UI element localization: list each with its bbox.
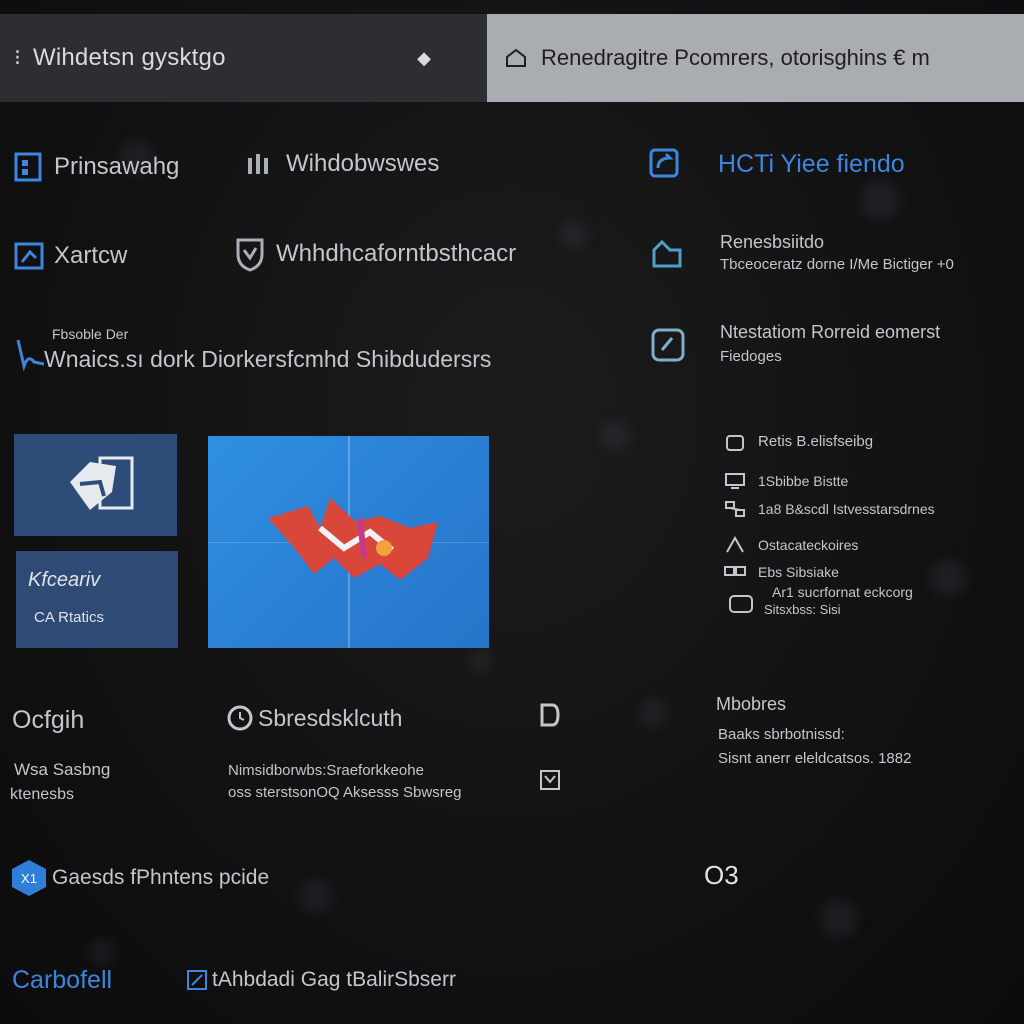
nav-item-label: Wnaics.sı dork Diorkersfcmhd Shibdudersr…	[44, 346, 492, 372]
shield-icon	[236, 238, 264, 272]
list-item[interactable]: 1Sbibbe Bistte	[724, 472, 848, 490]
right-row-subtitle: Fiedoges	[720, 348, 782, 365]
keyboard-icon	[724, 566, 746, 576]
footer-link-label: Gaesds fPhntens pcide	[52, 866, 270, 889]
upload-icon	[652, 239, 682, 268]
window-menu-icon[interactable]: ⁝	[14, 45, 21, 71]
photos-icon	[70, 456, 134, 510]
tile-label: CA Rtatics	[34, 609, 105, 626]
nav-item-label: Prinsawahg	[54, 153, 180, 180]
shield-badge-icon: X1	[12, 860, 46, 896]
title-bar: ⁝ Wihdetsn gysktgo ◆ Renedragitre Pcomre…	[0, 14, 1024, 102]
columns-icon	[248, 154, 268, 174]
list-item-label: 1a8 B&scdl Istvesstarsdrnes	[758, 501, 935, 517]
app-tile-featured[interactable]	[208, 436, 489, 648]
nav-item-label: Xartcw	[54, 242, 128, 269]
search-text: Renedragitre Pcomrers, otorisghins € m	[541, 45, 930, 70]
grid-icon	[14, 152, 42, 182]
footer-link-left[interactable]: Carbofell	[12, 966, 112, 995]
window-icon	[729, 595, 753, 613]
list-item[interactable]: Retis B.elisfseibg	[724, 430, 873, 452]
list-item-sublabel: Sitsxbss: Sisi	[764, 602, 841, 617]
edit-box-icon	[187, 970, 207, 990]
footer-link-right[interactable]: tAhbdadi Gag tBalirSbserr	[186, 968, 456, 992]
edit-icon	[651, 328, 685, 362]
section-line: Wsa Sasbng	[14, 760, 111, 779]
logo-art-icon	[268, 498, 438, 580]
monitor-icon	[725, 473, 745, 489]
nav-item-label: Wihdobwswes	[286, 150, 440, 177]
gallery-icon[interactable]	[538, 768, 562, 792]
list-item-label: Retis B.elisfseibg	[758, 432, 874, 450]
status-badge: O3	[704, 860, 739, 890]
chart-icon	[14, 242, 44, 270]
list-item[interactable]: Ostacateckoires	[724, 536, 858, 554]
tile-script-text: Kfceariv	[28, 569, 101, 591]
pin-icon[interactable]: ◆	[417, 48, 431, 69]
lock-icon	[726, 435, 744, 451]
nav-item-windows[interactable]: Wihdobwswes	[244, 150, 439, 178]
section-title: Sbresdsklcuth	[258, 704, 403, 731]
section-line: Baaks sbrbotnissd:	[718, 726, 845, 743]
footer-link-label: tAhbdadi Gag tBalirSbserr	[212, 968, 456, 991]
bookmark-icon[interactable]	[538, 702, 560, 728]
section-title: Ocfgih	[12, 706, 85, 734]
list-item-label: Ebs Sibsiake	[758, 564, 839, 580]
list-item-label: 1Sbibbe Bistte	[758, 473, 849, 489]
app-tile-statistics[interactable]: Kfceariv CA Rtatics	[16, 551, 178, 648]
chevron-up-icon	[726, 536, 744, 553]
right-row-title: Ntestatiom Rorreid eomerst	[720, 322, 941, 342]
list-item-label: Ostacateckoires	[758, 537, 859, 553]
section-title: Mbobres	[716, 694, 787, 714]
list-item[interactable]: Ebs Sibsiake	[724, 563, 839, 581]
nav-item-caption: Fbsoble Der	[52, 326, 129, 342]
nav-item-label: Whhdhcaforntbsthcacr	[276, 240, 517, 267]
section-line: ktenesbs	[10, 786, 75, 803]
wave-icon	[16, 339, 45, 372]
right-row-subtitle: Tbceoceratz dorne I/Me Bictiger +0	[720, 256, 954, 273]
section-line: Sisnt anerr eleldcatsos. 1882	[718, 750, 912, 767]
home-icon	[506, 48, 526, 67]
window-title: Wihdetsn gysktgo	[33, 44, 226, 71]
right-panel-header[interactable]: HCTi Yiee fiendo	[648, 146, 905, 182]
nav-item-xartcw[interactable]: Xartcw	[14, 240, 127, 272]
clock-icon	[227, 705, 253, 731]
section-line: oss sterstsonOQ Aksesss Sbwsreg	[228, 784, 462, 801]
network-icon	[725, 501, 745, 517]
section-title-item[interactable]: Sbresdsklcuth	[226, 704, 402, 732]
search-bar[interactable]: Renedragitre Pcomrers, otorisghins € m	[487, 14, 1024, 102]
app-tile-photos[interactable]	[14, 434, 177, 536]
list-item-label: Ar1 sucrfornat eckcorg	[772, 584, 913, 600]
refresh-icon	[649, 148, 679, 178]
right-row-title: Renesbsiitdo	[720, 232, 825, 252]
list-item[interactable]: 1a8 B&scdl Istvesstarsdrnes	[724, 500, 935, 518]
section-line: Nimsidborwbs:Sraeforkkeohe	[228, 762, 424, 779]
nav-item-prinsawahg[interactable]: Prinsawahg	[14, 150, 179, 184]
footer-link-guide[interactable]: X1 Gaesds fPhntens pcide	[12, 860, 269, 896]
nav-item-shield[interactable]: Whhdhcaforntbsthcacr	[234, 236, 516, 272]
window-title-area: ⁝ Wihdetsn gysktgo ◆	[0, 14, 487, 102]
right-panel-title: HCTi Yiee fiendo	[718, 149, 905, 178]
